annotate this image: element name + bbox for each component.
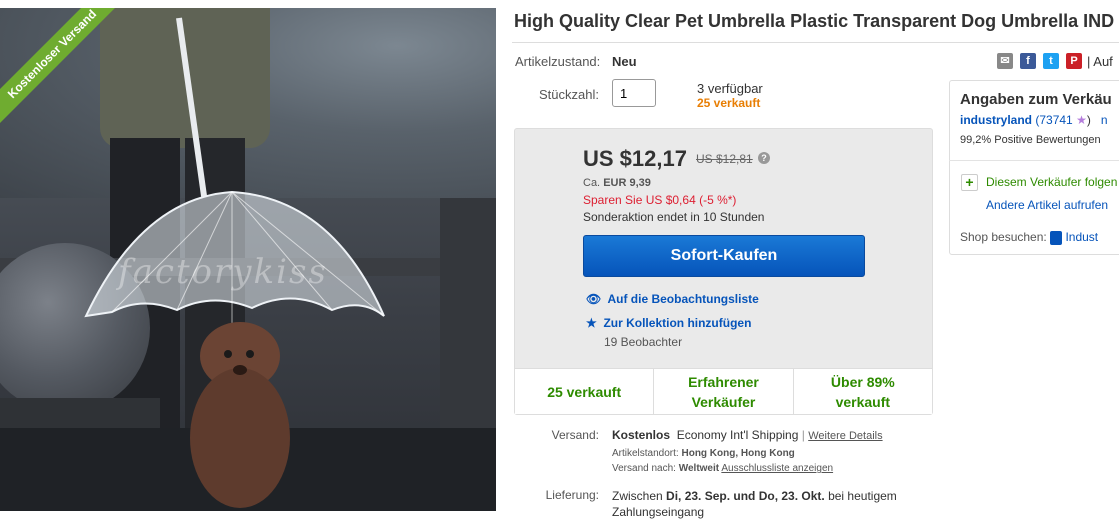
product-image[interactable]: factorykiss Kostenloser Versand <box>0 8 496 511</box>
pinterest-icon[interactable]: P <box>1066 53 1082 69</box>
stat-sold-percent: Über 89% verkauft <box>830 373 895 410</box>
twitter-icon[interactable]: t <box>1043 53 1059 69</box>
shooting-star-icon: ★ <box>1076 113 1087 127</box>
delivery-label: Lieferung: <box>545 488 599 502</box>
other-items-link[interactable]: Andere Artikel aufrufen <box>986 198 1108 212</box>
shipping-info: Kostenlos Economy Int'l Shipping | Weite… <box>612 428 883 442</box>
feedback-score[interactable]: (73741 <box>1035 113 1072 127</box>
quantity-label: Stückzahl: <box>539 87 599 102</box>
condition-value: Neu <box>612 54 637 69</box>
dog-figure <box>190 322 290 508</box>
product-title: High Quality Clear Pet Umbrella Plastic … <box>514 11 1115 31</box>
collection-link[interactable]: ★ Zur Kollektion hinzufügen <box>586 316 751 330</box>
eur-price: Ca. EUR 9,39 <box>583 177 651 189</box>
watchlist-label: Auf die Beobachtungsliste <box>607 292 759 306</box>
promo-end: Sonderaktion endet in 10 Stunden <box>583 210 765 224</box>
seller-more-link[interactable]: n <box>1101 113 1108 127</box>
buy-box-stats: 25 verkauft Erfahrener Verkäufer Über 89%… <box>515 368 932 414</box>
follow-seller-link[interactable]: Diesem Verkäufer folgen <box>986 175 1117 189</box>
available-count: 3 verfügbar <box>697 81 763 96</box>
quantity-input[interactable] <box>612 79 656 107</box>
item-location: Artikelstandort: Hong Kong, Hong Kong <box>612 448 795 459</box>
plus-icon[interactable]: + <box>961 174 978 191</box>
seller-heading: Angaben zum Verkäu <box>960 91 1112 108</box>
seller-name-link[interactable]: industryland <box>960 113 1032 127</box>
ships-to: Versand nach: Weltweit Ausschlussliste a… <box>612 463 834 474</box>
shipping-details-link[interactable]: Weitere Details <box>808 430 882 442</box>
exclusion-list-link[interactable]: Ausschlussliste anzeigen <box>721 463 833 474</box>
watchlist-link[interactable]: 👁 Auf die Beobachtungsliste <box>586 292 759 306</box>
title-divider <box>512 42 1119 43</box>
positive-feedback: 99,2% Positive Bewertungen <box>960 134 1101 146</box>
sold-count: 25 verkauft <box>697 96 761 110</box>
collection-label: Zur Kollektion hinzufügen <box>603 316 752 330</box>
free-shipping-ribbon: Kostenloser Versand <box>0 8 140 148</box>
condition-label: Artikelzustand: <box>515 54 601 69</box>
ribbon-label: Kostenloser Versand <box>0 8 125 127</box>
stat-experienced-seller: Erfahrener Verkäufer <box>654 369 794 414</box>
seller-name-row: industryland (73741 ★) n <box>960 113 1108 127</box>
stat-sold: 25 verkauft <box>515 369 655 414</box>
info-icon[interactable]: ? <box>758 152 770 164</box>
price: US $12,17 <box>583 146 687 171</box>
buy-now-button[interactable]: Sofort-Kaufen <box>583 235 865 277</box>
facebook-icon[interactable]: f <box>1020 53 1036 69</box>
store-icon <box>1050 230 1063 245</box>
shipping-label: Versand: <box>551 428 599 442</box>
watchers-count: 19 Beobachter <box>604 335 683 349</box>
shop-link[interactable]: Indust <box>1065 230 1098 244</box>
email-icon[interactable]: ✉ <box>997 53 1013 69</box>
shop-row: Shop besuchen: Indust <box>960 230 1099 245</box>
star-icon: ★ <box>586 316 597 330</box>
eye-icon: 👁 <box>586 292 602 306</box>
image-watermark: factorykiss <box>118 252 328 292</box>
old-price: US $12,81 <box>696 152 753 166</box>
seller-divider <box>949 160 1119 161</box>
savings: Sparen Sie US $0,64 (-5 %*) <box>583 193 737 207</box>
delivery-info: Zwischen Di, 23. Sep. und Do, 23. Okt. b… <box>612 489 897 519</box>
watch-link[interactable]: | Auf <box>1087 54 1113 69</box>
